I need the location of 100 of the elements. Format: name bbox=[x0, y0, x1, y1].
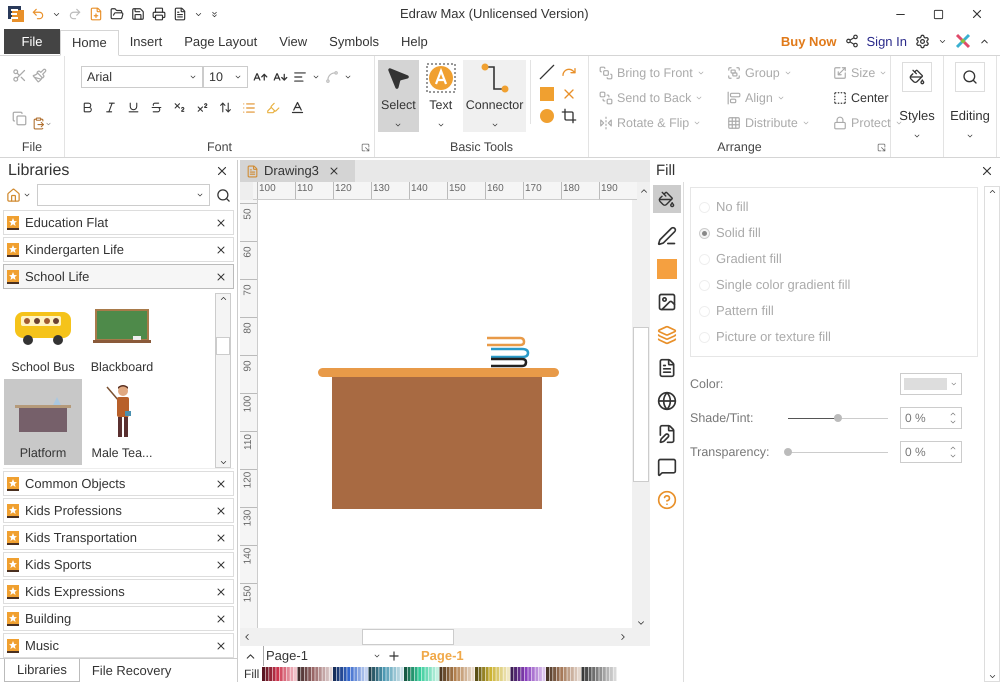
line-spacing-icon[interactable] bbox=[219, 101, 232, 114]
align-text-icon[interactable] bbox=[293, 70, 307, 84]
font-name-select[interactable]: Arial bbox=[81, 66, 203, 88]
menu-tab[interactable]: Insert bbox=[118, 29, 174, 55]
line-style-icon[interactable] bbox=[656, 226, 676, 246]
fill-tab[interactable] bbox=[652, 185, 680, 213]
home-icon[interactable] bbox=[6, 188, 21, 202]
close-icon[interactable] bbox=[215, 612, 227, 624]
close-icon[interactable] bbox=[970, 7, 984, 21]
app-x-icon[interactable] bbox=[955, 33, 971, 50]
scroll-thumb[interactable] bbox=[633, 327, 649, 482]
italic-icon[interactable] bbox=[104, 101, 117, 114]
close-icon[interactable] bbox=[215, 164, 229, 178]
library-icon bbox=[7, 612, 19, 626]
close-icon[interactable] bbox=[215, 270, 227, 282]
library-category[interactable]: Music bbox=[3, 633, 234, 658]
library-shape[interactable]: School Bus bbox=[4, 293, 82, 379]
close-icon[interactable] bbox=[215, 216, 227, 228]
color-select[interactable] bbox=[900, 373, 962, 395]
library-category[interactable]: Kindergarten Life bbox=[3, 237, 234, 262]
library-category[interactable]: Common Objects bbox=[3, 471, 234, 496]
document-icon[interactable] bbox=[173, 7, 187, 21]
tool-button[interactable]: Connector bbox=[462, 60, 526, 132]
strikethrough-icon[interactable] bbox=[150, 101, 163, 114]
scrollbar[interactable] bbox=[215, 293, 231, 468]
spin-field[interactable]: 0 % bbox=[900, 407, 962, 429]
comment-icon[interactable] bbox=[656, 457, 676, 477]
ruler-corner bbox=[240, 182, 253, 200]
menu-tab[interactable]: Symbols bbox=[318, 29, 390, 55]
underline-icon[interactable] bbox=[127, 101, 140, 114]
close-icon[interactable] bbox=[215, 478, 227, 490]
share-icon[interactable] bbox=[844, 34, 859, 48]
horizontal-scrollbar[interactable] bbox=[240, 628, 650, 646]
menu-tab[interactable]: Home bbox=[60, 30, 119, 56]
tool-button[interactable]: Text bbox=[422, 60, 459, 132]
save-icon[interactable] bbox=[131, 7, 145, 21]
spin-field[interactable]: 0 % bbox=[900, 441, 962, 463]
search-icon[interactable] bbox=[216, 188, 231, 202]
globe-icon[interactable] bbox=[656, 391, 676, 411]
paste-icon[interactable] bbox=[32, 116, 46, 132]
slider[interactable] bbox=[788, 412, 888, 424]
library-category[interactable]: Education Flat bbox=[3, 210, 234, 235]
color-palette[interactable] bbox=[262, 667, 618, 681]
folder-icon[interactable] bbox=[110, 7, 124, 21]
books-drawing[interactable] bbox=[486, 336, 530, 368]
settings-icon[interactable] bbox=[915, 34, 930, 49]
tool-button[interactable]: Select bbox=[378, 60, 419, 132]
library-category[interactable]: Building bbox=[3, 606, 234, 631]
bullets-icon[interactable] bbox=[242, 100, 256, 114]
caret-icon[interactable] bbox=[344, 73, 352, 81]
add-page-icon[interactable] bbox=[387, 649, 401, 663]
close-icon[interactable] bbox=[215, 558, 227, 570]
library-category[interactable]: Kids Sports bbox=[3, 552, 234, 577]
library-category[interactable]: Kids Expressions bbox=[3, 579, 234, 604]
image-icon[interactable] bbox=[656, 292, 676, 312]
library-category[interactable]: Kids Transportation bbox=[3, 525, 234, 550]
sign-in-link[interactable]: Sign In bbox=[866, 32, 907, 51]
panel-tab[interactable]: File Recovery bbox=[80, 659, 184, 682]
crop-icon[interactable] bbox=[561, 108, 578, 124]
close-icon[interactable] bbox=[215, 504, 227, 516]
library-category[interactable]: School Life bbox=[3, 264, 234, 289]
panel-scrollbar[interactable] bbox=[984, 186, 1000, 682]
close-icon[interactable] bbox=[215, 640, 227, 652]
close-icon[interactable] bbox=[980, 164, 994, 178]
editing-button[interactable]: Editing bbox=[944, 56, 997, 157]
library-shape[interactable]: Platform bbox=[4, 379, 82, 465]
menu-tab[interactable]: View bbox=[268, 29, 318, 55]
styles-button[interactable]: Styles bbox=[891, 56, 944, 157]
panel-tab[interactable]: Libraries bbox=[4, 659, 80, 682]
library-shape[interactable]: Male Tea... bbox=[84, 379, 160, 465]
library-category[interactable]: Kids Professions bbox=[3, 498, 234, 523]
customize-icon[interactable] bbox=[210, 10, 219, 18]
superscript-icon[interactable] bbox=[196, 101, 209, 114]
menu-tab[interactable]: Page Layout bbox=[173, 29, 268, 55]
desk-drawing[interactable] bbox=[318, 368, 560, 510]
menu-tab[interactable]: Help bbox=[390, 29, 439, 55]
page-select[interactable]: Page-1 bbox=[263, 646, 381, 666]
dialog-launcher-icon[interactable] bbox=[361, 142, 370, 152]
caret-icon[interactable] bbox=[312, 73, 320, 81]
file-edit-icon[interactable] bbox=[656, 424, 676, 444]
font-size-select[interactable]: 10 bbox=[203, 66, 248, 88]
file-menu-button[interactable]: File bbox=[4, 29, 60, 54]
close-icon[interactable] bbox=[215, 244, 227, 256]
subscript-icon[interactable] bbox=[173, 101, 186, 114]
font-color-icon[interactable] bbox=[290, 100, 305, 115]
scroll-thumb[interactable] bbox=[362, 629, 454, 645]
paint-bucket-icon bbox=[909, 69, 925, 85]
maximize-icon[interactable] bbox=[933, 8, 944, 20]
close-icon[interactable] bbox=[215, 532, 227, 544]
line-icon[interactable] bbox=[539, 64, 556, 80]
library-search-field[interactable] bbox=[37, 184, 210, 206]
document-tab[interactable]: Drawing3 bbox=[240, 160, 355, 182]
close-icon[interactable] bbox=[328, 165, 340, 177]
bold-icon[interactable] bbox=[81, 101, 94, 114]
document-icon[interactable] bbox=[656, 358, 676, 378]
print-icon[interactable] bbox=[152, 7, 166, 21]
dialog-launcher-icon[interactable] bbox=[877, 142, 886, 152]
library-shape[interactable]: Blackboard bbox=[84, 293, 160, 379]
close-icon[interactable] bbox=[215, 586, 227, 598]
scroll-thumb[interactable] bbox=[216, 336, 230, 354]
